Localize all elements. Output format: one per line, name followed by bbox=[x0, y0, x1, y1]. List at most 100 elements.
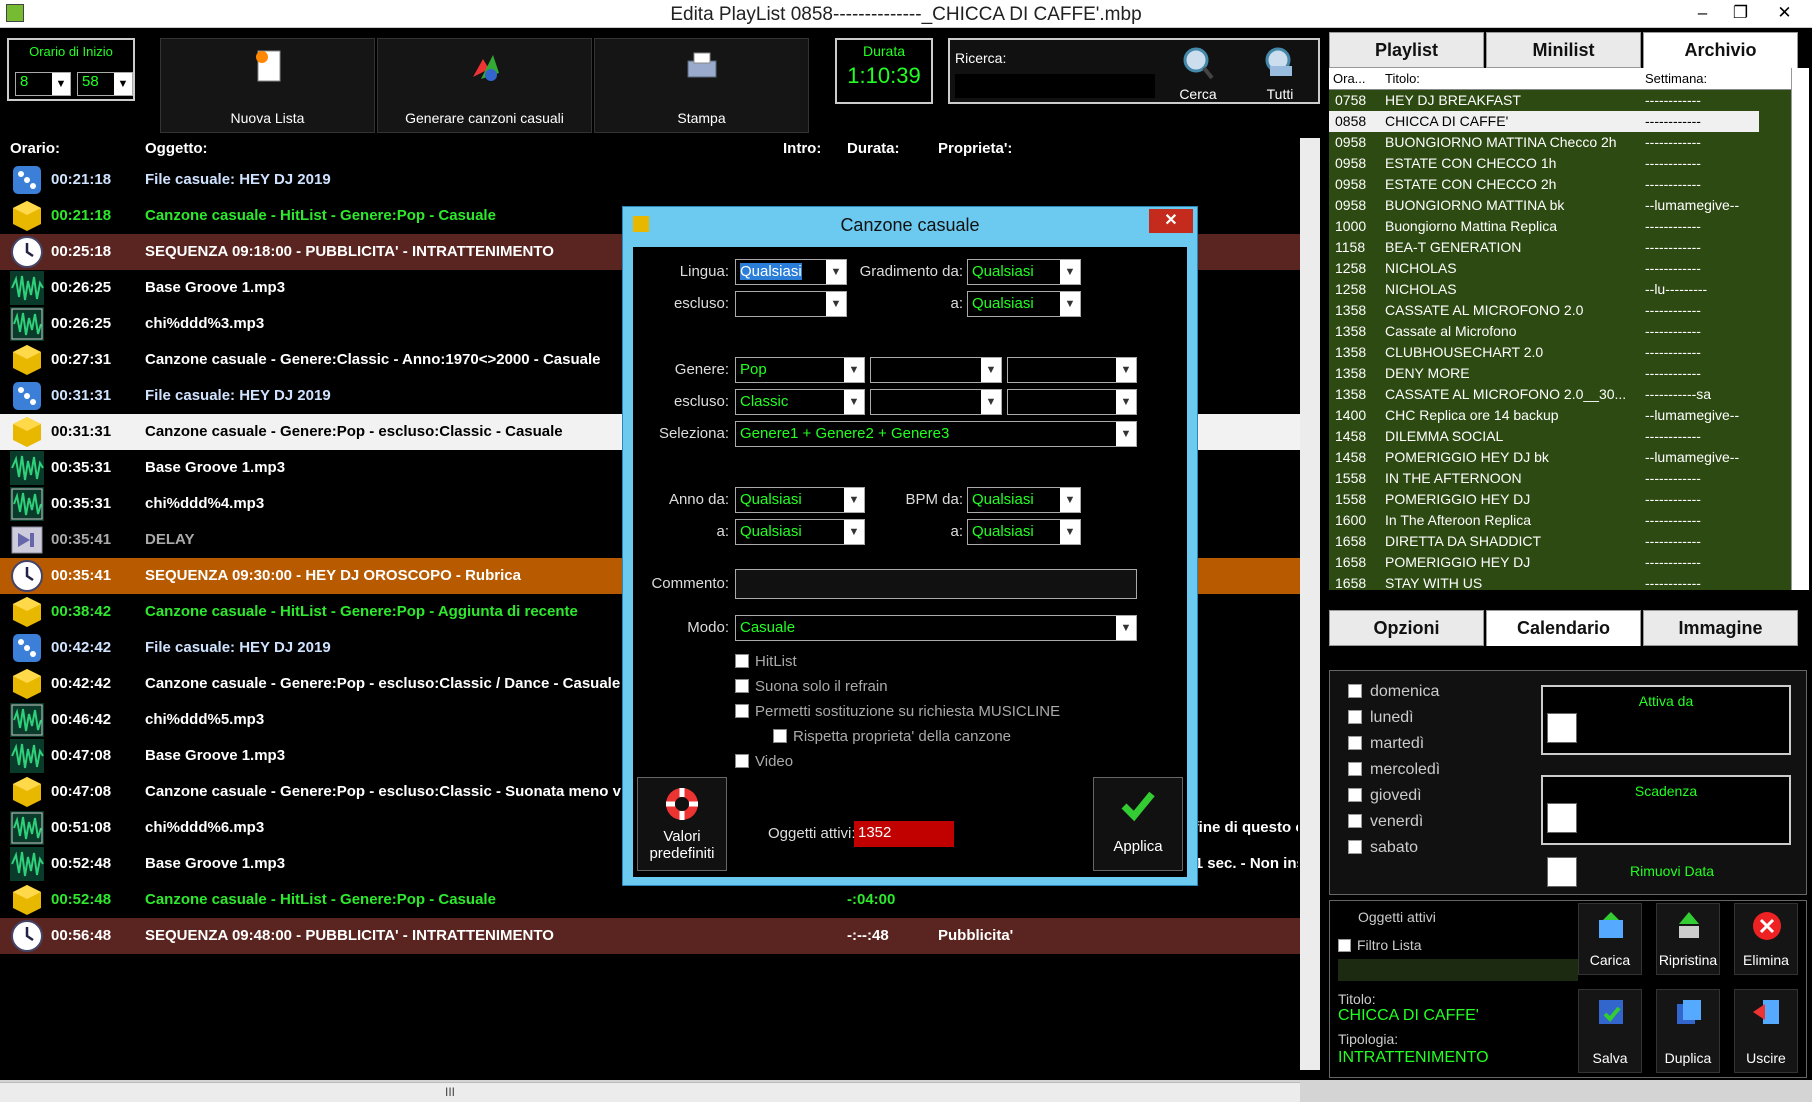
archive-row[interactable]: 1658 POMERIGGIO HEY DJ ------------ bbox=[1329, 552, 1759, 573]
col-titolo[interactable]: Titolo: bbox=[1385, 71, 1420, 86]
archive-row[interactable]: 1458 POMERIGGIO HEY DJ bk --lumamegive-- bbox=[1329, 447, 1759, 468]
dialog-close-button[interactable]: ✕ bbox=[1149, 209, 1193, 233]
archive-row[interactable]: 1158 BEA-T GENERATION ------------ bbox=[1329, 237, 1759, 258]
type-field[interactable]: INTRATTENIMENTO bbox=[1338, 1049, 1573, 1069]
col-object[interactable]: Oggetto: bbox=[145, 140, 207, 157]
archive-scrollbar[interactable] bbox=[1791, 68, 1809, 590]
tab-opzioni[interactable]: Opzioni bbox=[1329, 610, 1484, 646]
calendar-remove-icon[interactable] bbox=[1547, 857, 1577, 887]
genre3-select[interactable]: ▼ bbox=[1007, 357, 1137, 383]
bpm-to-select[interactable]: Qualsiasi ▼ bbox=[967, 519, 1081, 545]
mode-select[interactable]: Casuale ▼ bbox=[735, 615, 1137, 641]
grid-horizontal-scrollbar[interactable]: III bbox=[0, 1082, 1300, 1102]
refrain-checkbox[interactable]: Suona solo il refrain bbox=[735, 678, 888, 695]
archive-row[interactable]: 1558 IN THE AFTERNOON ------------ bbox=[1329, 468, 1759, 489]
filter-list-checkbox[interactable]: Filtro Lista bbox=[1338, 937, 1422, 953]
lingua-select[interactable]: Qualsiasi ▼ bbox=[735, 259, 847, 285]
archive-row[interactable]: 0958 BUONGIORNO MATTINA Checco 2h ------… bbox=[1329, 132, 1759, 153]
archive-row[interactable]: 0958 ESTATE CON CHECCO 1h ------------ bbox=[1329, 153, 1759, 174]
save-button[interactable]: Salva bbox=[1578, 989, 1642, 1073]
grid-vertical-scrollbar[interactable] bbox=[1300, 138, 1320, 1070]
start-hour-select[interactable]: 8 ▼ bbox=[15, 72, 71, 96]
tab-archivio[interactable]: Archivio bbox=[1643, 32, 1798, 68]
tab-playlist[interactable]: Playlist bbox=[1329, 32, 1484, 68]
comment-input[interactable] bbox=[735, 569, 1137, 599]
archive-row[interactable]: 1658 STAY WITH US ------------ bbox=[1329, 573, 1759, 590]
excluded2-select[interactable]: ▼ bbox=[870, 389, 1002, 415]
archive-row[interactable]: 1358 DENY MORE ------------ bbox=[1329, 363, 1759, 384]
tab-immagine[interactable]: Immagine bbox=[1643, 610, 1798, 646]
archive-row[interactable]: 1558 POMERIGGIO HEY DJ ------------ bbox=[1329, 489, 1759, 510]
rating-to-select[interactable]: Qualsiasi ▼ bbox=[967, 291, 1081, 317]
table-row[interactable]: 00:52:48 Canzone casuale - HitList - Gen… bbox=[0, 882, 1300, 918]
table-row[interactable]: 00:21:18 File casuale: HEY DJ 2019 bbox=[0, 162, 1300, 198]
title-field[interactable]: CHICCA DI CAFFE' bbox=[1338, 1007, 1573, 1027]
archive-row[interactable]: 1658 DIRETTA DA SHADDICT ------------ bbox=[1329, 531, 1759, 552]
day-checkbox[interactable]: giovedì bbox=[1348, 787, 1422, 805]
restore-button[interactable]: Ripristina bbox=[1656, 903, 1720, 975]
genre-combination-select[interactable]: Genere1 + Genere2 + Genere3 ▼ bbox=[735, 421, 1137, 447]
table-row[interactable]: 00:56:48 SEQUENZA 09:48:00 - PUBBLICITA'… bbox=[0, 918, 1300, 954]
year-from-select[interactable]: Qualsiasi ▼ bbox=[735, 487, 865, 513]
col-settimana[interactable]: Settimana: bbox=[1645, 71, 1707, 86]
excluded1-select[interactable]: Classic ▼ bbox=[735, 389, 865, 415]
day-checkbox[interactable]: mercoledì bbox=[1348, 761, 1440, 779]
day-checkbox[interactable]: sabato bbox=[1348, 839, 1418, 857]
col-intro[interactable]: Intro: bbox=[783, 140, 821, 157]
defaults-button[interactable]: Valori predefiniti bbox=[637, 777, 727, 871]
respect-properties-checkbox[interactable]: Rispetta proprieta' della canzone bbox=[773, 728, 1011, 745]
archive-row[interactable]: 1600 In The Afteroon Replica -----------… bbox=[1329, 510, 1759, 531]
archive-row[interactable]: 0858 CHICCA DI CAFFE' ------------ bbox=[1329, 111, 1759, 132]
calendar-icon[interactable] bbox=[1547, 713, 1577, 743]
hitlist-checkbox[interactable]: HitList bbox=[735, 653, 797, 670]
archive-row[interactable]: 1358 CASSATE AL MICROFONO 2.0 ----------… bbox=[1329, 300, 1759, 321]
col-property[interactable]: Proprieta': bbox=[938, 140, 1012, 157]
maximize-button[interactable]: ❐ bbox=[1718, 0, 1763, 26]
start-minute-select[interactable]: 58 ▼ bbox=[77, 72, 133, 96]
all-button[interactable]: Tutti bbox=[1240, 40, 1320, 104]
col-duration[interactable]: Durata: bbox=[847, 140, 900, 157]
col-ora[interactable]: Ora... bbox=[1333, 71, 1366, 86]
random-songs-button[interactable]: Generare canzoni casuali bbox=[377, 38, 592, 133]
archive-row[interactable]: 1258 NICHOLAS --lu--------- bbox=[1329, 279, 1759, 300]
archive-row[interactable]: 0958 ESTATE CON CHECCO 2h ------------ bbox=[1329, 174, 1759, 195]
genre1-select[interactable]: Pop ▼ bbox=[735, 357, 865, 383]
col-time[interactable]: Orario: bbox=[10, 140, 60, 157]
load-button[interactable]: Carica bbox=[1578, 903, 1642, 975]
archive-row[interactable]: 1000 Buongiorno Mattina Replica --------… bbox=[1329, 216, 1759, 237]
close-window-button[interactable]: ✕ bbox=[1762, 0, 1807, 26]
archive-row[interactable]: 1258 NICHOLAS ------------ bbox=[1329, 258, 1759, 279]
exit-button[interactable]: Uscire bbox=[1734, 989, 1798, 1073]
lingua-escluso-select[interactable]: ▼ bbox=[735, 291, 847, 317]
archive-row[interactable]: 1400 CHC Replica ore 14 backup --lumameg… bbox=[1329, 405, 1759, 426]
filter-input[interactable] bbox=[1338, 959, 1578, 981]
duplicate-button[interactable]: Duplica bbox=[1656, 989, 1720, 1073]
search-button[interactable]: Cerca bbox=[1158, 40, 1238, 104]
tab-calendario[interactable]: Calendario bbox=[1486, 610, 1641, 646]
archive-row[interactable]: 0758 HEY DJ BREAKFAST ------------ bbox=[1329, 90, 1759, 111]
tab-minilist[interactable]: Minilist bbox=[1486, 32, 1641, 68]
calendar-icon[interactable] bbox=[1547, 803, 1577, 833]
excluded3-select[interactable]: ▼ bbox=[1007, 389, 1137, 415]
genre2-select[interactable]: ▼ bbox=[870, 357, 1002, 383]
search-input[interactable] bbox=[955, 74, 1155, 98]
archive-row[interactable]: 1358 CASSATE AL MICROFONO 2.0__30... ---… bbox=[1329, 384, 1759, 405]
archive-row[interactable]: 0958 BUONGIORNO MATTINA bk --lumamegive-… bbox=[1329, 195, 1759, 216]
substitution-checkbox[interactable]: Permetti sostituzione su richiesta MUSIC… bbox=[735, 703, 1060, 720]
delete-button[interactable]: Elimina bbox=[1734, 903, 1798, 975]
video-checkbox[interactable]: Video bbox=[735, 753, 793, 770]
bpm-from-select[interactable]: Qualsiasi ▼ bbox=[967, 487, 1081, 513]
print-button[interactable]: Stampa bbox=[594, 38, 809, 133]
day-checkbox[interactable]: martedì bbox=[1348, 735, 1424, 753]
archive-row[interactable]: 1358 CLUBHOUSECHART 2.0 ------------ bbox=[1329, 342, 1759, 363]
new-list-button[interactable]: Nuova Lista bbox=[160, 38, 375, 133]
archive-row[interactable]: 1358 Cassate al Microfono ------------ bbox=[1329, 321, 1759, 342]
apply-button[interactable]: Applica bbox=[1093, 777, 1183, 871]
day-checkbox[interactable]: domenica bbox=[1348, 683, 1439, 701]
archive-row[interactable]: 1458 DILEMMA SOCIAL ------------ bbox=[1329, 426, 1759, 447]
remove-date-label[interactable]: Rimuovi Data bbox=[1630, 863, 1714, 879]
day-checkbox[interactable]: venerdì bbox=[1348, 813, 1423, 831]
rating-from-select[interactable]: Qualsiasi ▼ bbox=[967, 259, 1081, 285]
day-checkbox[interactable]: lunedì bbox=[1348, 709, 1414, 727]
year-to-select[interactable]: Qualsiasi ▼ bbox=[735, 519, 865, 545]
